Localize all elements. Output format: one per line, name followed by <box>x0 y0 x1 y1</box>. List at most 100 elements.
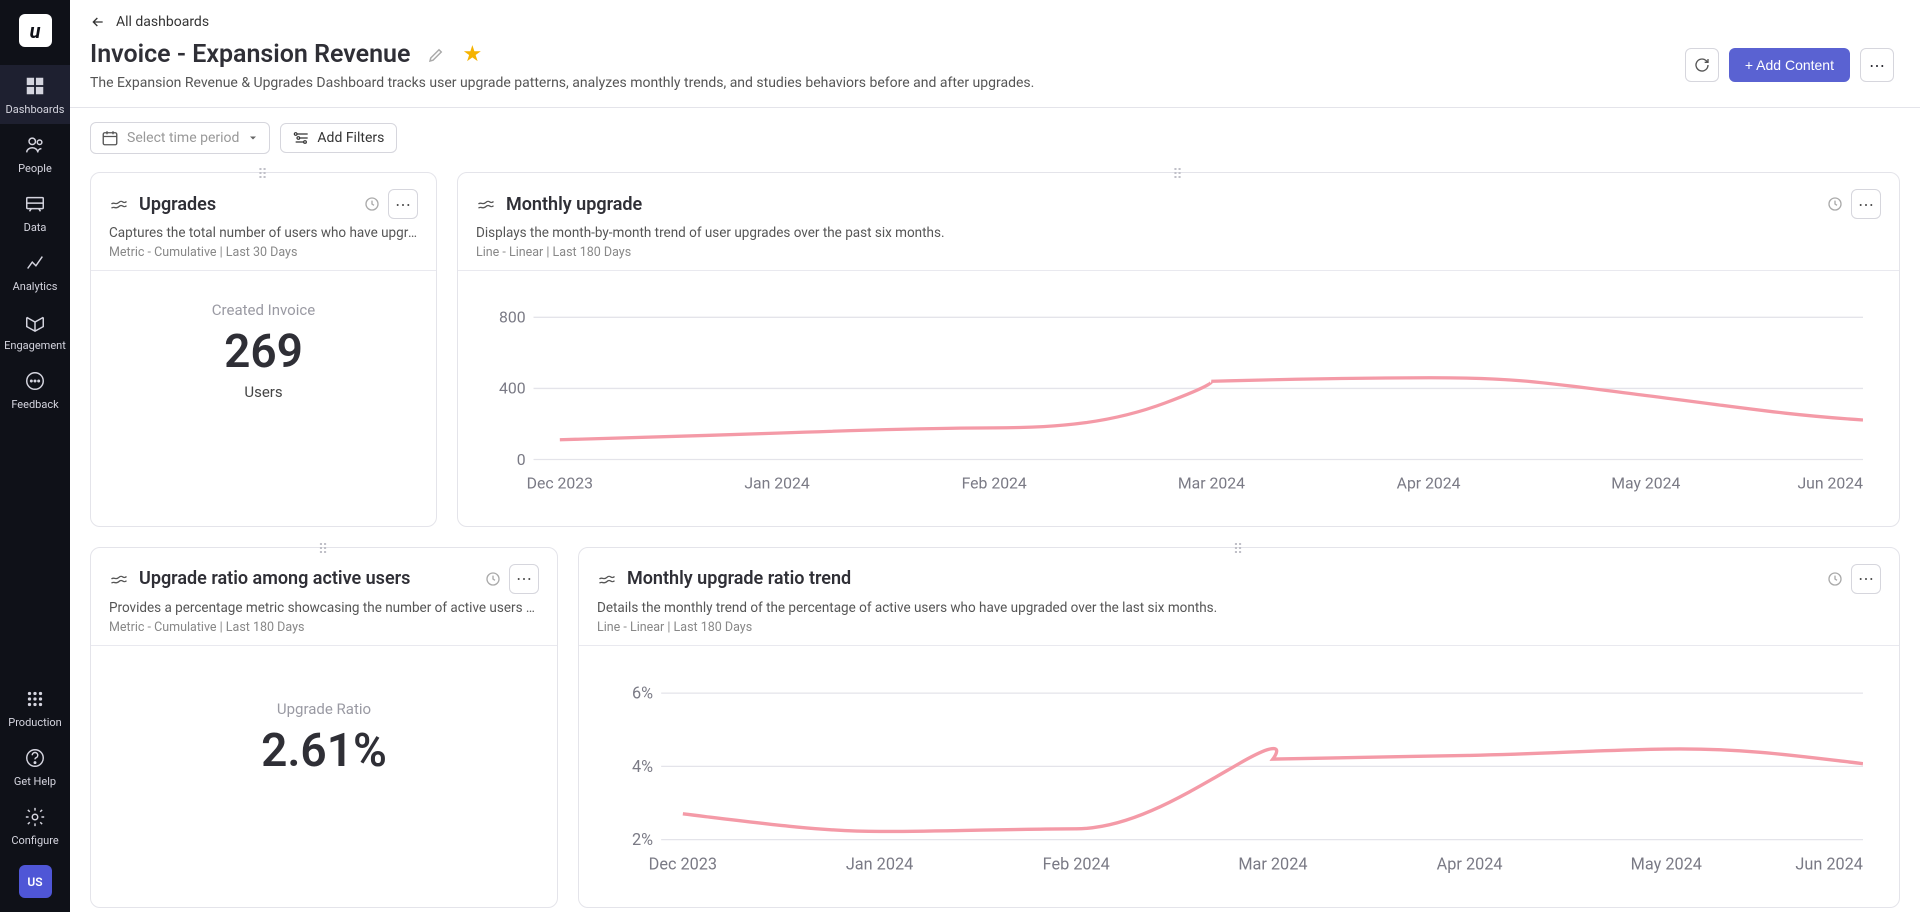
x-tick: May 2024 <box>1611 473 1680 492</box>
sidebar-item-feedback[interactable]: Feedback <box>0 360 70 419</box>
clock-icon <box>364 196 380 212</box>
sidebar-item-label: Configure <box>11 834 58 847</box>
sidebar-item-label: Production <box>8 716 61 729</box>
add-content-button[interactable]: + Add Content <box>1729 48 1850 82</box>
back-link-label: All dashboards <box>116 14 209 30</box>
monthly-upgrade-chart: 800 400 0 Dec 2023 Jan 2024 Feb 2024 Mar… <box>494 291 1863 502</box>
add-filters-label: Add Filters <box>317 130 384 146</box>
x-tick: Jun 2024 <box>1797 473 1863 492</box>
sidebar-item-label: Dashboards <box>6 103 65 116</box>
edit-button[interactable] <box>424 43 448 67</box>
clock-icon <box>1827 196 1843 212</box>
x-tick: Apr 2024 <box>1437 854 1503 873</box>
chevron-down-icon <box>247 132 259 144</box>
time-period-placeholder: Select time period <box>127 130 239 146</box>
add-filters-button[interactable]: Add Filters <box>280 123 397 153</box>
card-monthly-upgrade: ⠿ Monthly upgrade ⋯ Displays the month-b… <box>457 172 1900 527</box>
calendar-icon <box>101 129 119 147</box>
card-title: Monthly upgrade <box>506 194 642 215</box>
chart-icon <box>109 194 129 214</box>
x-tick: May 2024 <box>1631 854 1702 873</box>
y-tick: 800 <box>499 308 526 327</box>
x-tick: Mar 2024 <box>1178 473 1245 492</box>
arrow-left-icon <box>90 14 106 30</box>
clock-icon <box>1827 571 1843 587</box>
y-tick: 0 <box>517 450 526 469</box>
sidebar-item-dashboards[interactable]: Dashboards <box>0 65 70 124</box>
y-tick: 400 <box>499 379 526 398</box>
x-tick: Jan 2024 <box>744 473 810 492</box>
card-meta: Metric - Cumulative | Last 30 Days <box>109 245 418 260</box>
sidebar-item-people[interactable]: People <box>0 124 70 183</box>
sidebar-item-label: Feedback <box>11 398 58 411</box>
card-title: Upgrades <box>139 194 216 215</box>
more-icon: ⋯ <box>395 195 411 214</box>
help-icon <box>24 747 46 769</box>
card-more-button[interactable]: ⋯ <box>388 189 418 219</box>
x-tick: Feb 2024 <box>962 473 1027 492</box>
x-tick: Apr 2024 <box>1397 473 1461 492</box>
more-icon: ⋯ <box>1869 56 1885 75</box>
card-more-button[interactable]: ⋯ <box>509 564 539 594</box>
sidebar-item-label: Get Help <box>14 775 56 788</box>
monthly-ratio-chart: 6% 4% 2% Dec 2023 Jan 2024 Feb 2024 Mar … <box>615 666 1863 883</box>
x-tick: Dec 2023 <box>527 473 593 492</box>
card-title: Monthly upgrade ratio trend <box>627 568 851 589</box>
chart-icon <box>109 569 129 589</box>
sidebar-item-engagement[interactable]: Engagement <box>0 301 70 360</box>
card-description: Displays the month-by-month trend of use… <box>476 225 1881 241</box>
more-icon: ⋯ <box>1858 569 1874 588</box>
metric-value: 2.61% <box>101 724 547 778</box>
logo[interactable]: u <box>19 14 52 47</box>
more-icon: ⋯ <box>1858 195 1874 214</box>
chart-icon <box>597 569 617 589</box>
analytics-icon <box>24 252 46 274</box>
x-tick: Dec 2023 <box>649 854 717 873</box>
sidebar-item-label: Data <box>24 221 47 234</box>
sidebar: u Dashboards People Data Analytics Engag… <box>0 0 70 912</box>
clock-icon <box>485 571 501 587</box>
sidebar-item-production[interactable]: Production <box>0 678 70 737</box>
card-meta: Line - Linear | Last 180 Days <box>597 620 1881 635</box>
page-description: The Expansion Revenue & Upgrades Dashboa… <box>90 75 1900 91</box>
sidebar-item-label: Analytics <box>13 280 58 293</box>
divider <box>70 107 1920 108</box>
gear-icon <box>24 806 46 828</box>
feedback-icon <box>24 370 46 392</box>
chart-icon <box>476 194 496 214</box>
page-more-button[interactable]: ⋯ <box>1860 48 1894 82</box>
y-tick: 2% <box>632 830 653 849</box>
people-icon <box>24 134 46 156</box>
page-title: Invoice - Expansion Revenue <box>90 40 410 69</box>
x-tick: Mar 2024 <box>1238 854 1307 873</box>
card-upgrade-ratio: ⠿ Upgrade ratio among active users ⋯ Pro… <box>90 547 558 908</box>
favorite-button[interactable]: ★ <box>462 42 482 67</box>
card-description: Provides a percentage metric showcasing … <box>109 600 539 616</box>
sidebar-item-label: People <box>18 162 52 175</box>
sidebar-item-analytics[interactable]: Analytics <box>0 242 70 301</box>
x-tick: Jan 2024 <box>846 854 913 873</box>
x-tick: Feb 2024 <box>1043 854 1110 873</box>
card-meta: Metric - Cumulative | Last 180 Days <box>109 620 539 635</box>
sidebar-item-configure[interactable]: Configure <box>0 796 70 855</box>
metric-label: Created Invoice <box>101 301 426 319</box>
refresh-icon <box>1694 57 1710 73</box>
metric-unit: Users <box>101 383 426 401</box>
time-period-select[interactable]: Select time period <box>90 122 270 154</box>
metric-value: 269 <box>101 325 426 379</box>
x-tick: Jun 2024 <box>1795 854 1863 873</box>
dashboards-icon <box>24 75 46 97</box>
data-icon <box>24 193 46 215</box>
card-description: Details the monthly trend of the percent… <box>597 600 1881 616</box>
apps-icon <box>24 688 46 710</box>
back-link[interactable]: All dashboards <box>90 14 1900 30</box>
sidebar-item-data[interactable]: Data <box>0 183 70 242</box>
sidebar-item-gethelp[interactable]: Get Help <box>0 737 70 796</box>
user-avatar[interactable]: US <box>19 865 52 898</box>
card-more-button[interactable]: ⋯ <box>1851 564 1881 594</box>
card-description: Captures the total number of users who h… <box>109 225 418 241</box>
refresh-button[interactable] <box>1685 48 1719 82</box>
card-meta: Line - Linear | Last 180 Days <box>476 245 1881 260</box>
card-monthly-ratio-trend: ⠿ Monthly upgrade ratio trend ⋯ Details … <box>578 547 1900 908</box>
card-more-button[interactable]: ⋯ <box>1851 189 1881 219</box>
